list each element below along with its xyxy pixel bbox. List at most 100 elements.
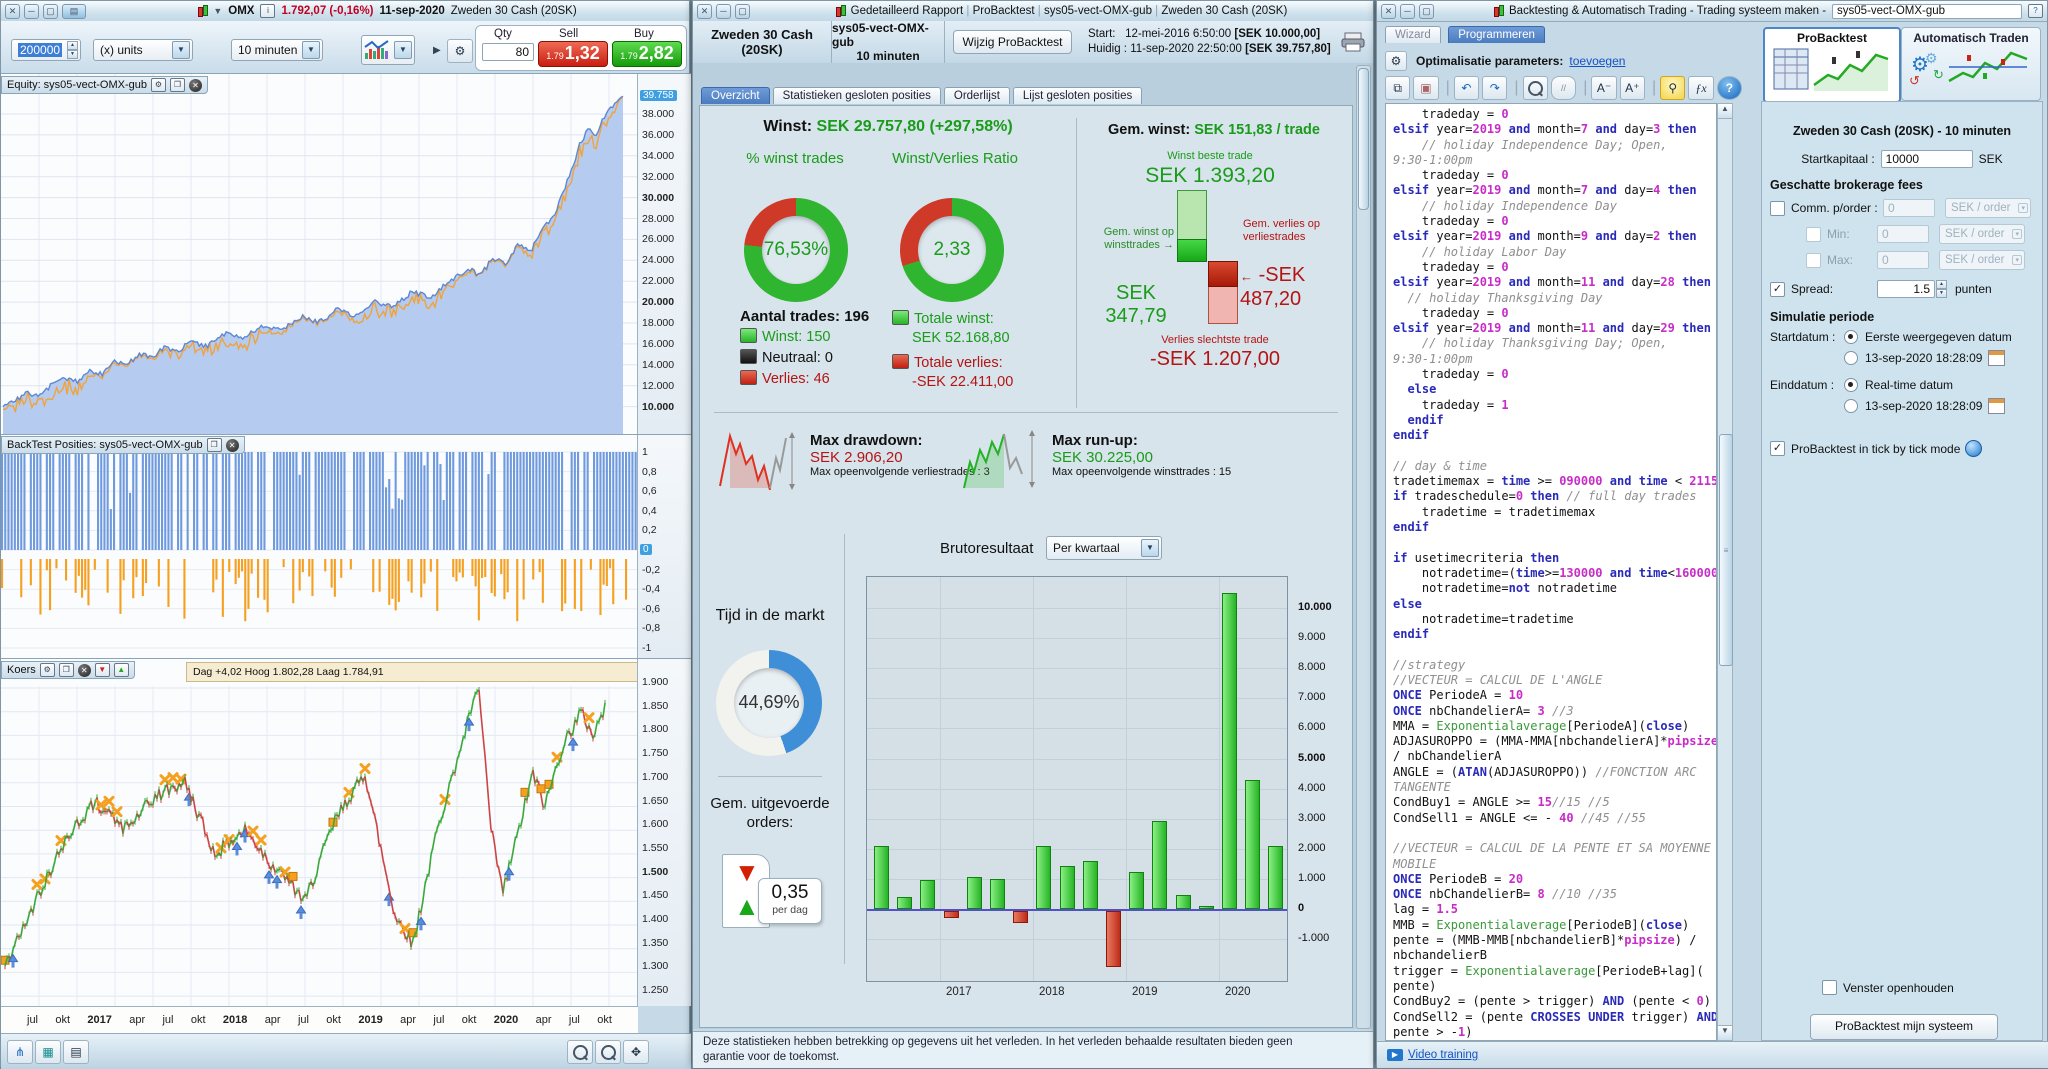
scrollbar-thumb[interactable] [1358,68,1369,210]
wrench-icon[interactable]: ⚙ [151,78,166,92]
report-scrollbar[interactable] [1356,65,1371,1029]
help-icon[interactable]: ? [1717,76,1742,100]
sell-button[interactable]: 1.791,32 [538,41,608,67]
maximize-icon[interactable]: ▢ [1419,4,1434,19]
comm-input[interactable]: 0 [1883,199,1935,217]
paste-icon[interactable]: ▣ [1413,76,1438,100]
font-smaller-icon[interactable]: A⁻ [1591,76,1616,100]
tickmode-checkbox[interactable]: ✓ [1770,441,1785,456]
close-icon[interactable]: ✕ [1381,4,1396,19]
zoom-in-button[interactable] [595,1040,621,1064]
close-icon[interactable]: ✕ [5,4,20,19]
keyboard-icon[interactable]: ▤ [62,4,86,19]
maximize-icon[interactable]: ▢ [735,4,750,19]
min-unit-select[interactable]: SEK / order▾ [1939,224,2025,244]
price-chart[interactable] [1,686,638,1007]
tab-orderlijst[interactable]: Orderlijst [944,87,1010,104]
spread-stepper[interactable]: ▲▼ [1936,280,1947,298]
startcapital-input[interactable]: 10000 [1881,150,1973,168]
quantity-stepper[interactable]: ▲▼ [67,41,78,59]
symbol-dropdown[interactable]: ▼ [213,6,222,16]
keepopen-checkbox[interactable] [1822,980,1837,995]
font-bigger-icon[interactable]: A⁺ [1620,76,1645,100]
system-name-input[interactable]: sys05-vect-OMX-gub [1832,4,2022,19]
wrench-icon[interactable]: ⚙ [40,663,55,677]
max-input[interactable]: 0 [1877,251,1929,269]
symbol-label[interactable]: OMX [228,5,254,17]
buy-button[interactable]: 1.792,82 [612,41,682,67]
minimize-icon[interactable]: ─ [24,4,39,19]
code-editor[interactable]: tradeday = 0elsif year=2019 and month=7 … [1385,103,1717,1041]
edit-probacktest-button[interactable]: Wijzig ProBacktest [953,30,1071,54]
min-checkbox[interactable] [1806,227,1821,242]
wrench-button[interactable]: ⚙ [447,39,473,63]
calendar-icon[interactable] [1988,398,2005,414]
close-icon[interactable]: ✕ [78,664,91,677]
sell-arrow-icon[interactable]: ▼ [95,663,110,677]
copy-icon[interactable]: ⧉ [1385,76,1410,100]
palette-button[interactable]: ▦ [35,1040,61,1064]
enddate-custom-radio[interactable] [1844,399,1858,413]
chevron-down-icon[interactable]: ▼ [394,41,412,59]
close-icon[interactable]: ✕ [189,79,202,92]
opt-params-add-link[interactable]: toevoegen [1569,54,1625,68]
share-button[interactable]: ⋔ [7,1040,33,1064]
tab-lijst-gesloten-posities[interactable]: Lijst gesloten posities [1013,87,1142,104]
startdate-first-radio[interactable] [1844,330,1858,344]
print-icon[interactable] [1341,32,1365,52]
chart-type-button[interactable]: ▼ [361,35,415,65]
scroll-up-icon[interactable]: ▲ [1718,104,1732,119]
positions-chart[interactable] [1,435,638,659]
collapse-arrow-icon[interactable]: ▶ [433,45,441,56]
detach-window-icon[interactable]: ❐ [170,78,185,92]
spread-checkbox[interactable]: ✓ [1770,282,1785,297]
video-training-link[interactable]: Video training [1408,1049,1478,1061]
code-scrollbar[interactable]: ▲ ≡ ▼ [1717,103,1733,1041]
max-unit-select[interactable]: SEK / order▾ [1939,250,2025,270]
zoom-out-button[interactable] [567,1040,593,1064]
minimize-icon[interactable]: ─ [1400,4,1415,19]
run-probacktest-button[interactable]: ProBacktest mijn systeem [1810,1014,1998,1040]
redo-icon[interactable]: ↷ [1482,76,1507,100]
comment-icon[interactable]: // [1551,76,1576,100]
detach-window-icon[interactable]: ❐ [59,663,74,677]
tab-wizard[interactable]: Wizard [1385,26,1441,43]
qty-input[interactable]: 80 [482,43,534,61]
info-icon[interactable]: i [260,4,275,18]
keyboard-button[interactable]: ▤ [63,1040,89,1064]
close-icon[interactable]: ✕ [226,439,239,452]
detach-window-icon[interactable]: ❐ [207,438,222,452]
minimize-icon[interactable]: ─ [716,4,731,19]
chevron-down-icon[interactable]: ▼ [172,41,190,59]
chevron-down-icon[interactable]: ▼ [302,41,320,59]
comm-unit-select[interactable]: SEK / order▾ [1945,198,2031,218]
buy-arrow-icon[interactable]: ▲ [114,663,129,677]
search-icon[interactable] [1523,76,1548,100]
calendar-icon[interactable] [1988,350,2005,366]
spread-input[interactable]: 1.5 [1877,280,1935,298]
lightbulb-icon[interactable]: ⚲ [1660,76,1685,100]
comm-checkbox[interactable] [1770,201,1785,216]
timeframe-select[interactable]: 10 minuten▼ [231,39,323,61]
equity-chart[interactable] [1,74,638,435]
tab-overzicht[interactable]: Overzicht [701,87,770,104]
gross-period-select[interactable]: Per kwartaal▼ [1046,536,1162,560]
help-doc-icon[interactable]: ? [2028,4,2043,18]
scroll-down-icon[interactable]: ▼ [1718,1025,1732,1040]
wrench-icon[interactable]: ⚙ [1385,51,1407,71]
function-icon[interactable]: ƒx [1688,76,1713,100]
pan-button[interactable]: ✥ [623,1040,649,1064]
max-checkbox[interactable] [1806,253,1821,268]
startdate-custom-radio[interactable] [1844,351,1858,365]
min-input[interactable]: 0 [1877,225,1929,243]
maximize-icon[interactable]: ▢ [43,4,58,19]
tab-programmeren[interactable]: Programmeren [1448,26,1545,43]
tab-probacktest[interactable]: ProBacktest [1763,27,1901,103]
enddate-realtime-radio[interactable] [1844,378,1858,392]
quantity-input[interactable]: 200000 ▲▼ [11,39,81,61]
tab-statistieken-gesloten-posities[interactable]: Statistieken gesloten posities [773,87,941,104]
tab-automatisch-traden[interactable]: Automatisch Traden ⚙⚙ ↺↻ [1901,27,2041,101]
undo-icon[interactable]: ↶ [1454,76,1479,100]
close-icon[interactable]: ✕ [697,4,712,19]
chevron-down-icon[interactable]: ▼ [1141,539,1159,557]
